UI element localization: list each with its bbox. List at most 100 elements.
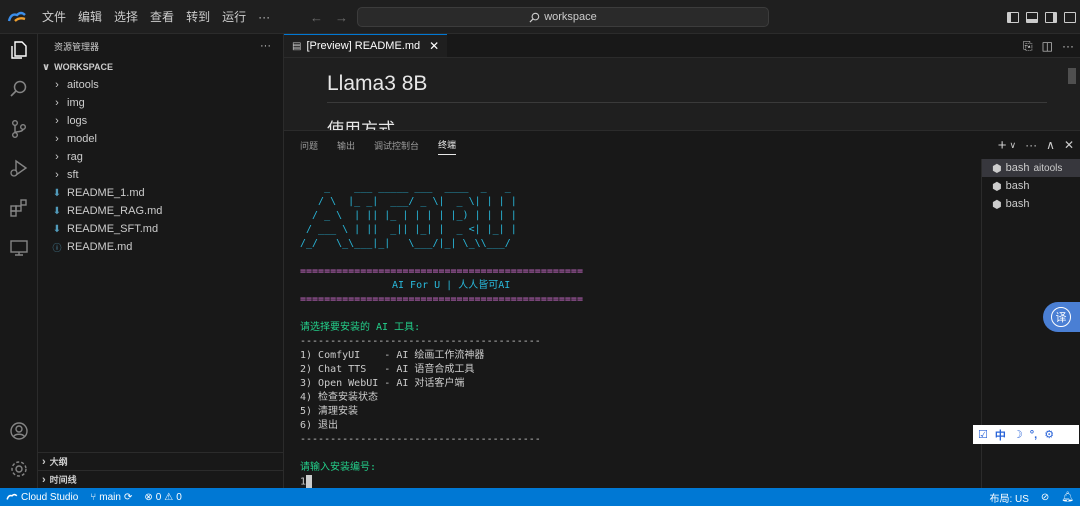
source-control-icon[interactable] bbox=[7, 117, 31, 141]
menu-edit[interactable]: 编辑 bbox=[72, 0, 108, 34]
toggle-panel-icon[interactable] bbox=[1026, 11, 1038, 23]
tree-item-label: rag bbox=[67, 151, 83, 163]
panel-tabs: 问题 输出 调试控制台 终端 bbox=[284, 131, 475, 159]
problems-indicator[interactable]: ⊗ 0 ⚠ 0 bbox=[138, 492, 187, 503]
chevron-down-icon[interactable]: ∨ bbox=[1010, 140, 1017, 151]
tree-item-label: README_SFT.md bbox=[67, 223, 159, 235]
back-arrow-icon[interactable]: ← bbox=[310, 10, 323, 25]
tree-folder-img[interactable]: › img bbox=[38, 94, 283, 112]
editor-area: ▤ [Preview] README.md ✕ ⎘ ◫ ··· Llama3 8… bbox=[284, 34, 1080, 130]
sync-icon: ⟳ bbox=[123, 491, 133, 503]
account-icon[interactable] bbox=[7, 419, 31, 443]
feedback-icon[interactable]: ⊘ bbox=[1035, 492, 1055, 503]
error-icon: ⊗ bbox=[144, 491, 153, 503]
tab-terminal[interactable]: 终端 bbox=[438, 135, 457, 155]
tab-readme-preview[interactable]: ▤ [Preview] README.md ✕ bbox=[284, 34, 448, 57]
toggle-secondary-sidebar-icon[interactable] bbox=[1045, 11, 1057, 23]
tree-file-readme-rag[interactable]: ⬇ README_RAG.md bbox=[38, 202, 283, 220]
menu-go[interactable]: 转到 bbox=[180, 0, 216, 34]
timeline-section-header[interactable]: › 时间线 bbox=[38, 470, 284, 488]
notifications-bell-icon[interactable]: 🔔︎ bbox=[1055, 492, 1080, 503]
explorer-icon[interactable] bbox=[7, 38, 31, 62]
timeline-label: 时间线 bbox=[49, 475, 77, 485]
menu-more[interactable]: ··· bbox=[252, 0, 276, 34]
menu-selection[interactable]: 选择 bbox=[108, 0, 144, 34]
menu-run[interactable]: 运行 bbox=[216, 0, 252, 34]
cloud-studio-logo-icon[interactable] bbox=[0, 0, 34, 34]
search-label: workspace bbox=[544, 11, 597, 23]
ime-settings-icon[interactable]: ⚙ bbox=[1044, 428, 1054, 441]
terminal-output[interactable]: _ ___ _____ ___ ____ _ _ / \ |_ _| ___/ … bbox=[284, 159, 981, 489]
close-panel-icon[interactable]: ✕ bbox=[1064, 138, 1074, 152]
more-actions-icon[interactable]: ··· bbox=[1025, 138, 1037, 152]
separator-line: ========================================… bbox=[300, 294, 583, 305]
workspace-section-header[interactable]: ∨ WORKSPACE bbox=[38, 58, 283, 76]
tree-folder-rag[interactable]: › rag bbox=[38, 148, 283, 166]
translate-button[interactable]: 译 bbox=[1043, 302, 1080, 332]
ascii-art-line: _ ___ _____ ___ ____ _ _ bbox=[300, 182, 511, 193]
terminal-list-item[interactable]: ⬢ bash bbox=[982, 177, 1080, 195]
search-icon bbox=[529, 12, 540, 23]
new-terminal-icon[interactable]: + bbox=[998, 137, 1007, 154]
cloud-studio-button[interactable]: Cloud Studio bbox=[0, 488, 84, 506]
tree-file-readme-sft[interactable]: ⬇ README_SFT.md bbox=[38, 220, 283, 238]
terminal-list-item[interactable]: ⬢ bash aitools bbox=[982, 159, 1080, 177]
ime-check-icon[interactable]: ☑ bbox=[978, 428, 988, 441]
tree-item-label: README_RAG.md bbox=[67, 205, 163, 217]
editor-scrollbar[interactable] bbox=[1068, 68, 1076, 84]
branch-indicator[interactable]: ⑂ main ⟳ bbox=[84, 492, 138, 503]
tab-problems[interactable]: 问题 bbox=[300, 136, 318, 155]
tree-item-label: README.md bbox=[67, 241, 133, 253]
tree-file-readme[interactable]: ⓘ README.md bbox=[38, 238, 283, 256]
maximize-panel-icon[interactable]: ∧ bbox=[1046, 138, 1055, 152]
customize-layout-icon[interactable] bbox=[1064, 11, 1076, 23]
outline-section-header[interactable]: › 大纲 bbox=[38, 452, 284, 470]
panel-actions: + ∨ ··· ∧ ✕ bbox=[998, 131, 1074, 159]
chevron-down-icon: ∨ bbox=[42, 61, 51, 73]
option-line: 4) 检查安装状态 bbox=[300, 392, 379, 403]
keyboard-layout[interactable]: 布局: US bbox=[983, 490, 1034, 505]
preview-heading: Llama3 8B bbox=[327, 72, 428, 95]
search-icon[interactable] bbox=[7, 77, 31, 101]
warning-count: 0 bbox=[176, 491, 182, 503]
run-debug-icon[interactable] bbox=[7, 156, 31, 180]
activity-bar bbox=[0, 34, 38, 488]
open-source-icon[interactable]: ⎘ bbox=[1023, 39, 1033, 54]
tab-debug-console[interactable]: 调试控制台 bbox=[374, 136, 419, 155]
remote-explorer-icon[interactable] bbox=[7, 236, 31, 260]
ime-moon-icon[interactable]: ☽ bbox=[1013, 428, 1023, 441]
tree-folder-logs[interactable]: › logs bbox=[38, 112, 283, 130]
chevron-right-icon: › bbox=[55, 97, 59, 109]
terminal-list-item[interactable]: ⬢ bash bbox=[982, 195, 1080, 213]
settings-gear-icon[interactable] bbox=[7, 457, 31, 481]
tree-file-readme-1[interactable]: ⬇ README_1.md bbox=[38, 184, 283, 202]
forward-arrow-icon[interactable]: → bbox=[335, 10, 348, 25]
ime-punctuation-icon[interactable]: °, bbox=[1030, 429, 1037, 441]
close-icon[interactable]: ✕ bbox=[429, 39, 439, 53]
menu-file[interactable]: 文件 bbox=[36, 0, 72, 34]
tree-folder-sft[interactable]: › sft bbox=[38, 166, 283, 184]
separator-line: ========================================… bbox=[300, 266, 583, 277]
extensions-icon[interactable] bbox=[7, 196, 31, 220]
workspace-label: WORKSPACE bbox=[54, 62, 113, 72]
terminal-cursor bbox=[306, 475, 313, 488]
ime-language[interactable]: 中 bbox=[995, 427, 1006, 443]
bottom-panel: 问题 输出 调试控制台 终端 + ∨ ··· ∧ ✕ _ ___ _____ _… bbox=[284, 130, 1080, 489]
branch-name: main bbox=[99, 491, 121, 503]
command-center-search[interactable]: workspace bbox=[357, 7, 769, 27]
terminal-name: bash bbox=[1005, 180, 1030, 192]
split-editor-icon[interactable]: ◫ bbox=[1042, 39, 1053, 53]
explorer-title: 资源管理器 bbox=[54, 41, 100, 52]
tree-item-label: sft bbox=[67, 169, 79, 181]
more-actions-icon[interactable]: ··· bbox=[1062, 39, 1074, 53]
select-prompt: 请选择要安装的 AI 工具: bbox=[300, 322, 421, 333]
ascii-art-line: / \ |_ _| ___/ _ \| _ \| | | | bbox=[300, 196, 517, 207]
toggle-primary-sidebar-icon[interactable] bbox=[1007, 11, 1019, 23]
tree-folder-aitools[interactable]: › aitools bbox=[38, 76, 283, 94]
status-bar: Cloud Studio ⑂ main ⟳ ⊗ 0 ⚠ 0 布局: US ⊘ 🔔… bbox=[0, 488, 1080, 506]
menu-view[interactable]: 查看 bbox=[144, 0, 180, 34]
tree-folder-model[interactable]: › model bbox=[38, 130, 283, 148]
tab-output[interactable]: 输出 bbox=[337, 136, 355, 155]
error-count: 0 bbox=[155, 491, 162, 503]
explorer-more-button[interactable]: ··· bbox=[260, 40, 271, 52]
